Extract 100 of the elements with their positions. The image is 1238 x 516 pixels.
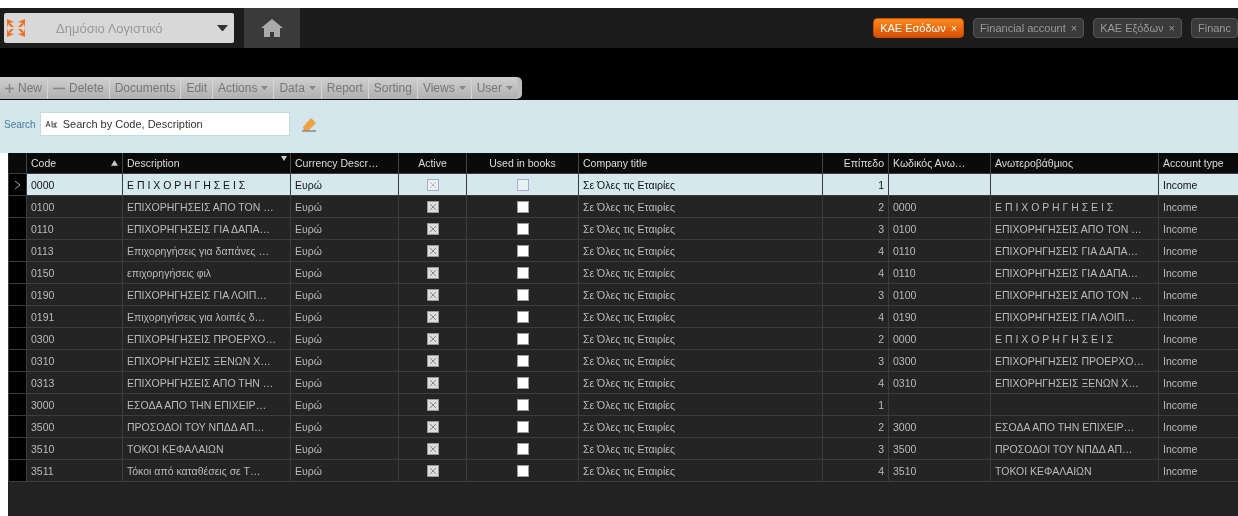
column-header[interactable]: Code [26,153,123,174]
checkbox[interactable] [516,311,529,324]
checkbox[interactable] [516,289,529,302]
column-header[interactable]: Currency Descr… [290,153,399,174]
table-row[interactable]: 0313 ΕΠΙΧΟΡΗΓΗΣΕΙΣ ΑΠΟ ΤΗΝ … Ευρώ Σε Όλες τις Εταιρίες 4 0310 ΕΠΙΧΟΡΗΓΗΣΕΙΣ ΞΕΝΩΝ Χ… Income [8,371,1238,394]
table-cell: 0110 [893,266,916,279]
home-button[interactable] [244,8,300,48]
column-header[interactable]: Company title [578,153,823,174]
table-row[interactable]: 0150 επιχορηγήσεις φιλ Ευρώ Σε Όλες τις Εταιρίες 4 0110 ΕΠΙΧΟΡΗΓΗΣΕΙΣ ΓΙΑ ΔΑΠΑ… Income [8,261,1238,284]
table-cell: 3000 [893,420,917,433]
checkbox[interactable] [426,355,439,368]
table-cell: 0113 [31,244,54,257]
table-cell: ΕΣΟΔΑ ΑΠΟ ΤΗΝ ΕΠΙΧΕΙΡ… [995,420,1135,433]
table-row[interactable]: 0113 Επιχορηγήσεις για δαπάνες … Ευρώ Σε Όλες τις Εταιρίες 4 0110 ΕΠΙΧΟΡΗΓΗΣΕΙΣ ΓΙΑ ΔΑΠΑ… Income [8,239,1238,262]
document-tab[interactable]: Financ [1190,18,1238,38]
search-field[interactable]: Search by Code, Description [39,112,290,136]
table-cell: Income [1163,332,1198,345]
table-cell: Income [1163,420,1198,433]
table-cell: Income [1163,222,1198,235]
check-icon [428,269,437,278]
table-cell: Income [1163,288,1198,301]
checkbox[interactable] [516,267,529,280]
checkbox[interactable] [426,245,439,258]
checkbox[interactable] [516,201,529,214]
column-header[interactable]: Κωδικός Ανω… [888,153,991,174]
checkbox[interactable] [426,333,439,346]
table-cell: 0100 [893,222,917,235]
filter-icon[interactable] [281,156,287,161]
checkbox[interactable] [426,399,439,412]
table-cell: ΕΣΟΔΑ ΑΠΟ ΤΗΝ ΕΠΙΧΕΙΡ… [127,398,267,411]
checkbox[interactable] [516,245,529,258]
column-header[interactable]: Ανωτεροβάθμιος [990,153,1159,174]
table-cell: Income [1163,200,1198,213]
table-cell: ΕΠΙΧΟΡΗΓΗΣΕΙΣ ΓΙΑ ΔΑΠΑ… [995,266,1138,279]
table-row[interactable]: 0110 ΕΠΙΧΟΡΗΓΗΣΕΙΣ ΓΙΑ ΔΑΠΑ… Ευρώ Σε Όλες τις Εταιρίες 3 0100 ΕΠΙΧΟΡΗΓΗΣΕΙΣ ΑΠΟ ΤΟΝ … Income [8,217,1238,240]
table-row[interactable]: 0000 Ε Π Ι Χ Ο Ρ Η Γ Η Σ Ε Ι Σ Ευρώ Σε Όλες τις Εταιρίες 1 Income [8,173,1238,196]
table-cell: Ε Π Ι Χ Ο Ρ Η Γ Η Σ Ε Ι Σ [995,332,1114,345]
table-cell: Επιχορηγήσεις για λοιπές δ… [127,310,266,323]
checkbox[interactable] [426,465,439,478]
checkbox[interactable] [516,333,529,346]
table-cell: 3 [878,288,884,301]
checkbox[interactable] [516,399,529,412]
table-row[interactable]: 3500 ΠΡΟΣΟΔΟΙ ΤΟΥ ΝΠΔΔ ΑΠ… Ευρώ Σε Όλες τις Εταιρίες 2 3000 ΕΣΟΔΑ ΑΠΟ ΤΗΝ ΕΠΙΧΕΙΡ… Income [8,415,1238,438]
table-cell: ΕΠΙΧΟΡΗΓΗΣΕΙΣ ΠΡΟΕΡΧΟ… [127,332,276,345]
checkbox[interactable] [426,289,439,302]
checkbox[interactable] [426,267,439,280]
checkbox[interactable] [426,311,439,324]
table-row[interactable]: 0191 Επιχορηγήσεις για λοιπές δ… Ευρώ Σε Όλες τις Εταιρίες 4 0190 ΕΠΙΧΟΡΗΓΗΣΕΙΣ ΓΙΑ ΛΟΙΠ… Income [8,305,1238,328]
table-cell: επιχορηγήσεις φιλ [127,266,212,279]
checkbox[interactable] [426,179,439,192]
close-icon[interactable]: × [1070,22,1078,34]
caret-icon [308,85,316,91]
checkbox[interactable] [516,377,529,390]
table-cell: ΕΠΙΧΟΡΗΓΗΣΕΙΣ ΓΙΑ ΔΑΠΑ… [995,244,1138,257]
document-tab[interactable]: ΚΑΕ Εξόδων × [1093,18,1182,38]
home-icon [261,19,283,37]
checkbox[interactable] [426,443,439,456]
table-cell: Income [1163,266,1198,279]
checkbox[interactable] [516,465,529,478]
table-cell: 0100 [31,200,55,213]
table-cell: Ευρώ [295,266,322,279]
table-cell: 3500 [31,420,55,433]
column-header[interactable]: Account type [1158,153,1238,174]
table-row[interactable]: 0310 ΕΠΙΧΟΡΗΓΗΣΕΙΣ ΞΕΝΩΝ Χ… Ευρώ Σε Όλες τις Εταιρίες 3 0300 ΕΠΙΧΟΡΗΓΗΣΕΙΣ ΠΡΟΕΡΧΟ… Income [8,349,1238,372]
document-tab[interactable]: Financial account × [973,18,1085,38]
column-header[interactable]: Used in books [466,153,579,174]
check-icon [428,467,437,476]
check-icon [428,247,437,256]
table-cell: Σε Όλες τις Εταιρίες [583,178,676,191]
table-cell: 2 [878,420,884,433]
checkbox[interactable] [516,179,529,192]
close-icon[interactable]: × [1168,22,1175,34]
checkbox[interactable] [426,421,439,434]
table-cell: 0000 [893,332,917,345]
column-header[interactable]: Active [398,153,467,174]
table-row[interactable]: 0190 ΕΠΙΧΟΡΗΓΗΣΕΙΣ ΓΙΑ ΛΟΙΠ… Ευρώ Σε Όλες τις Εταιρίες 3 0100 ΕΠΙΧΟΡΗΓΗΣΕΙΣ ΑΠΟ ΤΟΝ … Income [8,283,1238,306]
table-row[interactable]: 3000 ΕΣΟΔΑ ΑΠΟ ΤΗΝ ΕΠΙΧΕΙΡ… Ευρώ Σε Όλες τις Εταιρίες 1 Income [8,393,1238,416]
checkbox[interactable] [426,223,439,236]
column-header[interactable]: Description [122,153,291,174]
checkbox[interactable] [516,443,529,456]
checkbox[interactable] [516,355,529,368]
table-cell: Σε Όλες τις Εταιρίες [583,222,676,235]
checkbox[interactable] [426,377,439,390]
column-header[interactable]: Επίπεδο [822,153,889,174]
table-row[interactable]: 0100 ΕΠΙΧΟΡΗΓΗΣΕΙΣ ΑΠΟ ΤΟΝ … Ευρώ Σε Όλες τις Εταιρίες 2 0000 Ε Π Ι Χ Ο Ρ Η Γ Η Σ Ε Ι Σ Income [8,195,1238,218]
caret-icon [458,85,466,91]
table-cell: Σε Όλες τις Εταιρίες [583,354,676,367]
table-cell: 4 [878,266,884,279]
table-cell: Ευρώ [295,178,322,191]
table-row[interactable]: 0300 ΕΠΙΧΟΡΗΓΗΣΕΙΣ ΠΡΟΕΡΧΟ… Ευρώ Σε Όλες τις Εταιρίες 2 0000 Ε Π Ι Χ Ο Ρ Η Γ Η Σ Ε Ι Σ Income [8,327,1238,350]
table-cell: Ευρώ [295,332,322,345]
table-row[interactable]: 3511 Τόκοι από καταθέσεις σε Τ… Ευρώ Σε Όλες τις Εταιρίες 4 3510 ΤΟΚΟΙ ΚΕΦΑΛΑΙΩΝ Income [8,459,1238,482]
checkbox[interactable] [516,223,529,236]
check-icon [428,313,437,322]
checkbox[interactable] [516,421,529,434]
logo-icon [6,18,26,38]
checkbox[interactable] [426,201,439,214]
check-icon [428,225,437,234]
table-row[interactable]: 3510 ΤΟΚΟΙ ΚΕΦΑΛΑΙΩΝ Ευρώ Σε Όλες τις Εταιρίες 3 3500 ΠΡΟΣΟΔΟΙ ΤΟΥ ΝΠΔΔ ΑΠ… Income [8,437,1238,460]
table-cell: Ευρώ [295,200,322,213]
